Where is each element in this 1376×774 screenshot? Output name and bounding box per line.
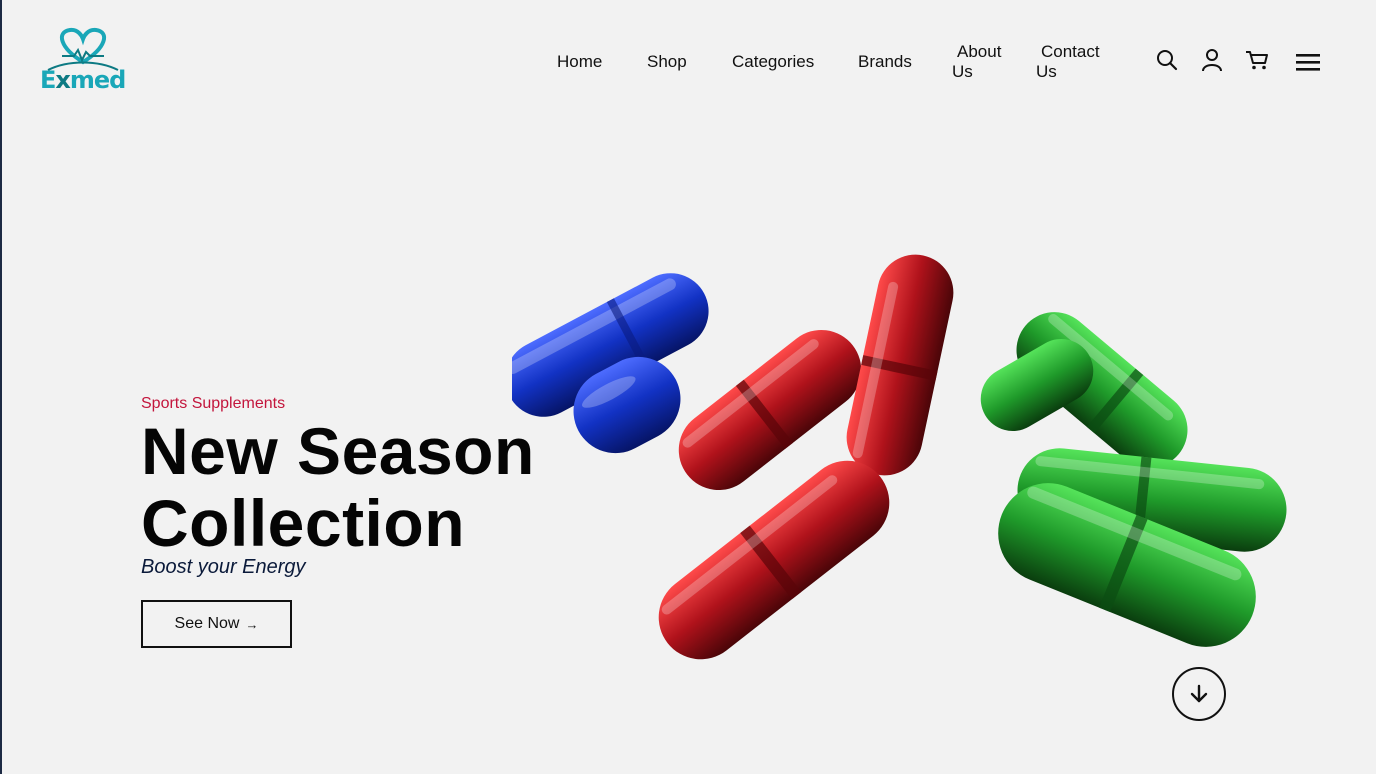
hero-tag: Sports Supplements <box>141 395 286 412</box>
see-now-label: See Now <box>174 615 240 632</box>
nav-contact-line1: Contact <box>1041 42 1100 61</box>
arrow-right-icon: → <box>245 616 259 632</box>
hero-title-line2: Collection <box>141 486 466 560</box>
nav-item-home[interactable]: Home <box>557 52 602 72</box>
nav-item-about-us[interactable]: About Us <box>952 42 1001 82</box>
see-now-button[interactable]: See Now → <box>141 600 292 648</box>
capsules-image <box>512 254 1287 660</box>
scroll-down-button[interactable] <box>1172 667 1226 721</box>
search-button[interactable] <box>1155 48 1179 72</box>
menu-button[interactable] <box>1294 50 1322 74</box>
account-button[interactable] <box>1200 48 1224 72</box>
arrow-down-icon <box>1190 684 1208 703</box>
user-icon <box>1202 49 1222 72</box>
menu-icon <box>1296 54 1320 71</box>
search-icon <box>1157 50 1178 71</box>
nav-item-categories[interactable]: Categories <box>732 52 814 72</box>
nav-contact-line2: Us <box>1036 62 1057 81</box>
nav-item-brands[interactable]: Brands <box>858 52 912 72</box>
cart-icon <box>1246 51 1268 70</box>
cart-button[interactable] <box>1245 48 1269 72</box>
nav-about-line1: About <box>957 42 1002 61</box>
nav-about-line2: Us <box>952 62 973 81</box>
hero-title: New Season Collection <box>141 415 535 559</box>
hero-title-line1: New Season <box>141 414 535 488</box>
nav-item-shop[interactable]: Shop <box>647 52 687 72</box>
hero-subtitle: Boost your Energy <box>141 556 306 578</box>
nav-item-contact-us[interactable]: Contact Us <box>1036 42 1100 82</box>
